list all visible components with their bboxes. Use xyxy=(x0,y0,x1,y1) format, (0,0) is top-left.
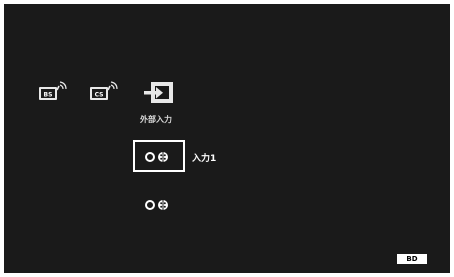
bd-badge: BD xyxy=(397,254,427,264)
video-input-icon[interactable] xyxy=(144,150,174,164)
bs-label: BS xyxy=(44,92,53,99)
external-input-label: 外部入力 xyxy=(140,115,172,124)
external-input-icon[interactable] xyxy=(142,79,178,107)
input-1-label[interactable]: 入力1 xyxy=(192,151,216,164)
cs-antenna-icon[interactable]: CS xyxy=(89,81,119,103)
cs-label: CS xyxy=(95,92,104,99)
video-input-icon[interactable] xyxy=(144,198,174,212)
bs-antenna-icon[interactable]: BS xyxy=(38,81,68,103)
tv-screen: BS CS 外部入力 入力1 BD xyxy=(4,4,450,273)
